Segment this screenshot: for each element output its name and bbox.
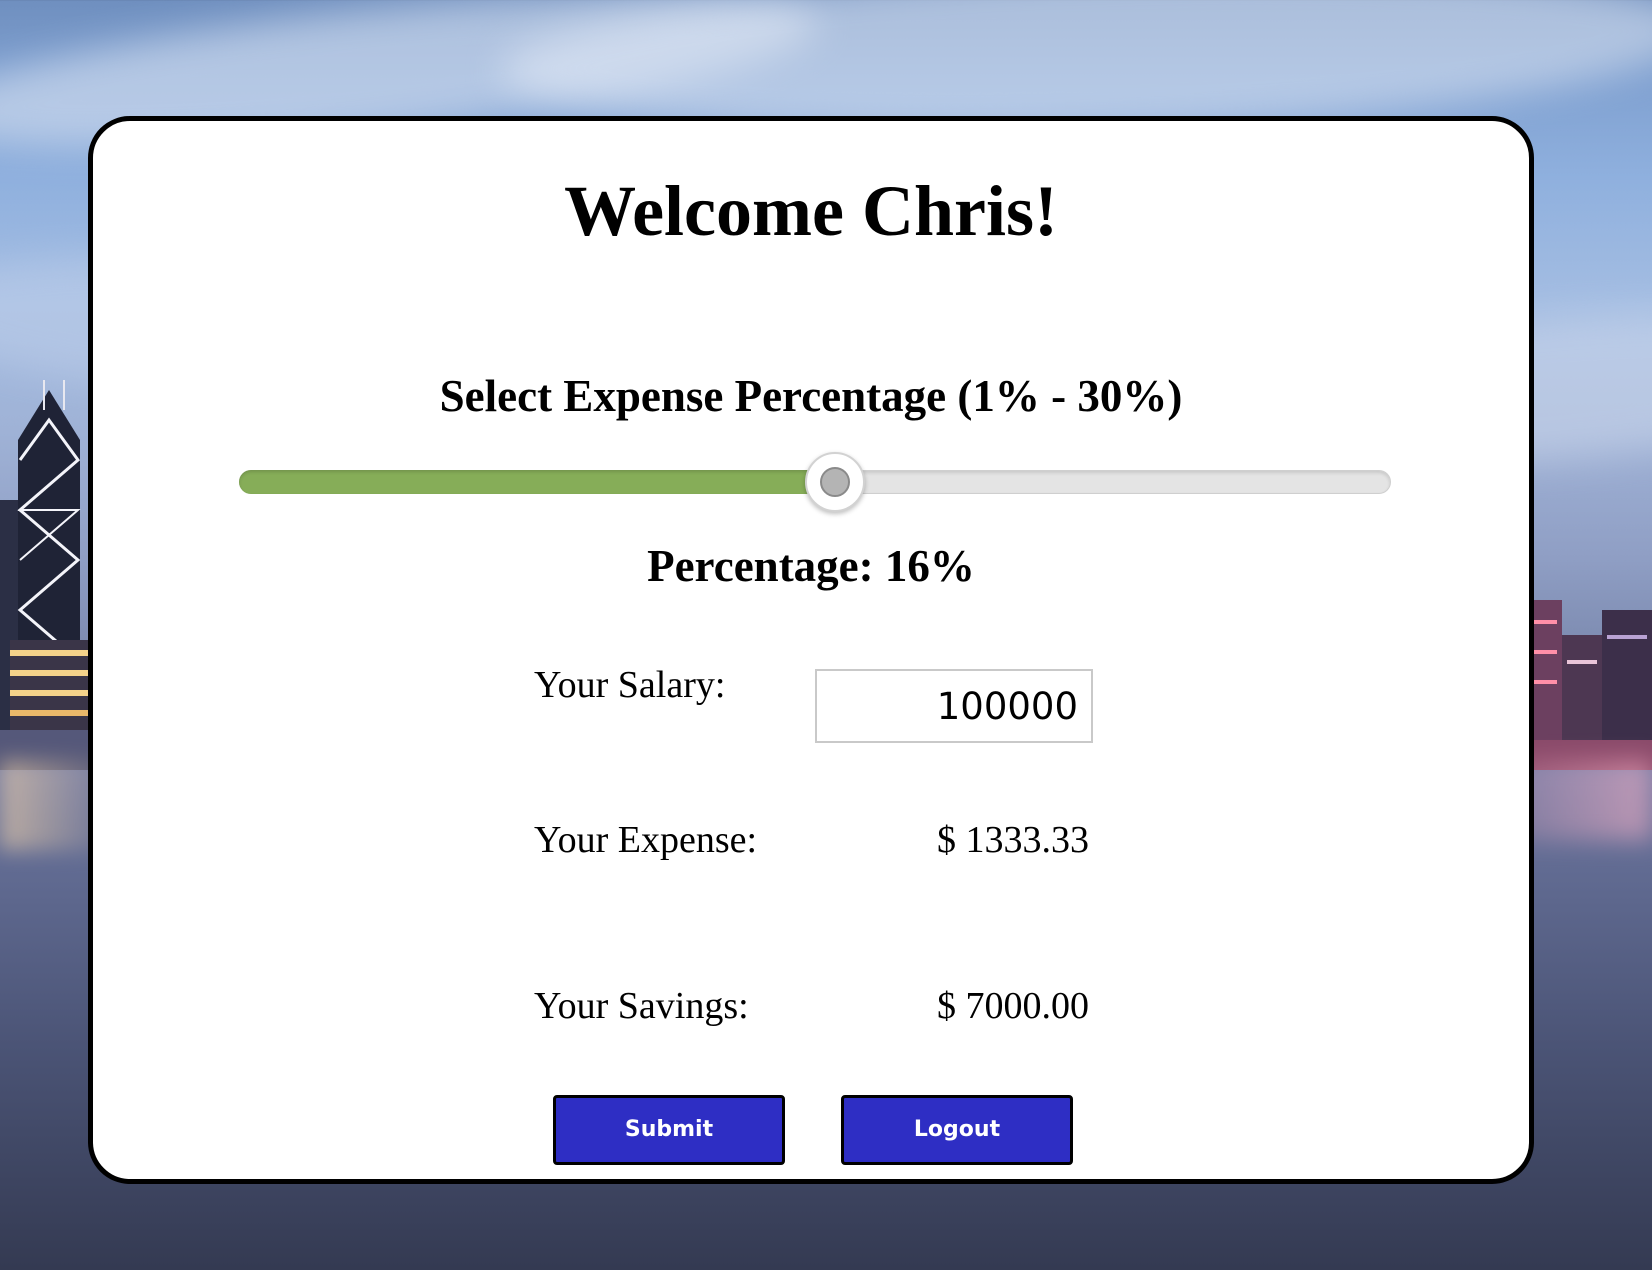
salary-input[interactable] — [815, 669, 1093, 743]
savings-label: Your Savings: — [534, 985, 749, 1027]
expense-calculator-card: Welcome Chris! Select Expense Percentage… — [88, 116, 1534, 1184]
background-skyline-left — [0, 380, 100, 780]
submit-button[interactable]: Submit — [553, 1095, 785, 1165]
expense-label: Your Expense: — [534, 819, 758, 861]
percentage-display: Percentage: 16% — [647, 541, 975, 591]
logout-button[interactable]: Logout — [841, 1095, 1073, 1165]
salary-label: Your Salary: — [534, 664, 726, 706]
expense-value: $ 1333.33 — [937, 819, 1089, 861]
slider-fill — [239, 470, 835, 494]
expense-percentage-slider[interactable] — [239, 452, 1391, 512]
slider-thumb[interactable] — [804, 452, 865, 512]
welcome-title: Welcome Chris! — [564, 171, 1058, 251]
savings-value: $ 7000.00 — [937, 985, 1089, 1027]
slider-thumb-grip — [819, 467, 850, 497]
slider-heading: Select Expense Percentage (1% - 30%) — [439, 371, 1183, 421]
